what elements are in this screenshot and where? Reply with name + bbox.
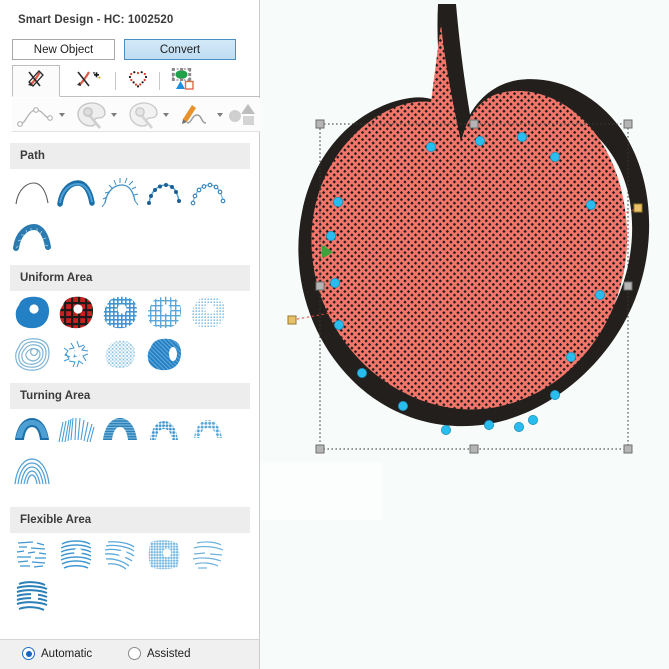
turning-beaded-arch-tile[interactable] <box>144 411 184 451</box>
turning-contour-arch-tile[interactable] <box>12 453 52 493</box>
tab-smart-design-star[interactable] <box>64 65 112 97</box>
radio-automatic-indicator[interactable] <box>22 647 35 660</box>
shapes-tool[interactable] <box>228 100 258 130</box>
radio-automatic-label: Automatic <box>41 647 93 660</box>
convert-button[interactable]: Convert <box>124 39 236 60</box>
section-header-uniform-area: Uniform Area <box>10 265 250 291</box>
flexible-ripple-fill-tile[interactable] <box>12 577 52 617</box>
tab-objects[interactable] <box>164 65 200 97</box>
flexible-broken-lines-tile[interactable] <box>12 535 52 575</box>
tab-strip <box>12 65 260 97</box>
uniform-grid-fill-tile[interactable] <box>100 293 140 333</box>
palette-outline-tool[interactable] <box>126 100 169 130</box>
design-canvas[interactable] <box>260 0 669 669</box>
tab-separator-2 <box>159 72 160 90</box>
turning-satin-arch-tile[interactable] <box>12 411 52 451</box>
section-body-flexible-area <box>10 533 250 625</box>
mode-footer: Automatic Assisted <box>0 639 259 669</box>
flexible-diagonal-fill-tile[interactable] <box>100 535 140 575</box>
flexible-sparse-wave-tile[interactable] <box>188 535 228 575</box>
bezier-curve-tool[interactable] <box>16 100 65 130</box>
panel-button-row: New Object Convert <box>12 39 248 60</box>
rotation-handle-right[interactable] <box>633 203 643 213</box>
path-dotted-arc-tile[interactable] <box>188 173 228 213</box>
new-object-button[interactable]: New Object <box>12 39 115 60</box>
tab-smart-design[interactable] <box>12 65 60 97</box>
flexible-wave-fill-tile[interactable] <box>56 535 96 575</box>
pen-curve-icon <box>25 69 47 94</box>
turning-dotted-arch-tile[interactable] <box>188 411 228 451</box>
section-body-path <box>10 169 250 265</box>
uniform-stipple-fill-tile[interactable] <box>188 293 228 333</box>
path-feathered-arc-tile[interactable] <box>100 173 140 213</box>
uniform-scatter-fill-tile[interactable] <box>56 335 96 375</box>
tab-outline-stitch[interactable] <box>120 65 156 97</box>
pen-curve-star-icon <box>74 69 102 94</box>
uniform-tartan-fill-tile[interactable] <box>56 293 96 333</box>
path-ribbed-arc-tile[interactable] <box>12 217 52 257</box>
section-body-uniform-area <box>10 291 250 381</box>
shapes-selection-icon <box>170 67 194 95</box>
path-satin-arc-tile[interactable] <box>56 173 96 213</box>
chevron-down-icon[interactable] <box>59 113 65 117</box>
path-beaded-arc-tile[interactable] <box>144 173 184 213</box>
uniform-lattice-fill-tile[interactable] <box>144 293 184 333</box>
chevron-down-icon[interactable] <box>217 113 223 117</box>
rotation-handle-left[interactable] <box>287 315 297 325</box>
radio-assisted-indicator[interactable] <box>128 647 141 660</box>
dotted-heart-outline-icon <box>127 69 149 94</box>
uniform-speckle-fill-tile[interactable] <box>100 335 140 375</box>
section-body-turning-area <box>10 409 250 499</box>
pencil-draw-tool[interactable] <box>178 100 223 130</box>
radio-assisted-label: Assisted <box>147 647 191 660</box>
uniform-contour-fill-tile[interactable] <box>12 335 52 375</box>
page-title: Smart Design - HC: 1002520 <box>18 14 174 26</box>
palette-fill-tool[interactable] <box>74 100 117 130</box>
uniform-solid-fill-tile[interactable] <box>12 293 52 333</box>
path-thin-line-tile[interactable] <box>12 173 52 213</box>
chevron-down-icon[interactable] <box>111 113 117 117</box>
uniform-gradient-fill-tile[interactable] <box>144 335 184 375</box>
tab-separator-1 <box>115 72 116 90</box>
radio-assisted[interactable]: Assisted <box>128 647 190 660</box>
drawing-tools-toolbar <box>12 98 260 132</box>
turning-radial-rays-tile[interactable] <box>56 411 96 451</box>
radio-automatic[interactable]: Automatic <box>22 647 92 660</box>
smart-design-panel: Smart Design - HC: 1002520 New Object Co… <box>0 0 260 669</box>
chevron-down-icon[interactable] <box>163 113 169 117</box>
stitch-fill-region[interactable] <box>311 24 628 410</box>
section-header-flexible-area: Flexible Area <box>10 507 250 533</box>
turning-ribbed-arch-tile[interactable] <box>100 411 140 451</box>
apple-artwork[interactable] <box>260 0 669 669</box>
flexible-dense-fill-tile[interactable] <box>144 535 184 575</box>
section-header-path: Path <box>10 143 250 169</box>
panel-top-strip <box>0 0 259 10</box>
section-header-turning-area: Turning Area <box>10 383 250 409</box>
app-root: Smart Design - HC: 1002520 New Object Co… <box>0 0 669 669</box>
